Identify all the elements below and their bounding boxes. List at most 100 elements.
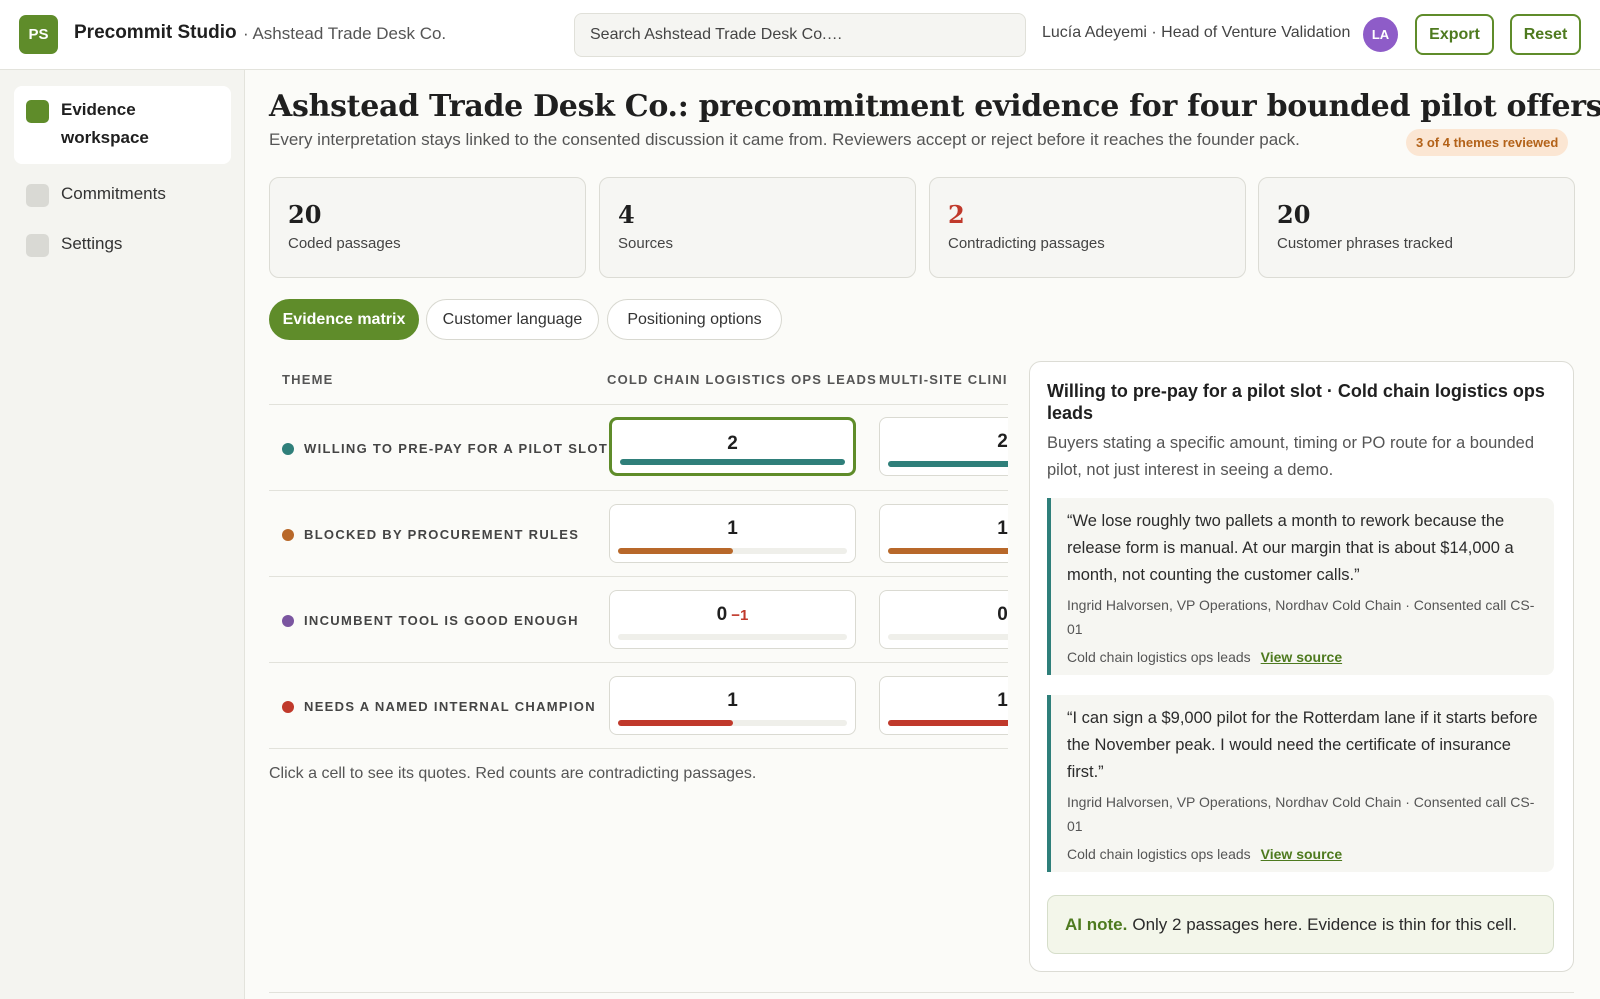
commitments-icon bbox=[26, 184, 49, 207]
cell-bar-fill bbox=[888, 461, 1008, 467]
cell-count: 2 bbox=[997, 431, 1008, 452]
theme-label: INCUMBENT TOOL IS GOOD ENOUGH bbox=[282, 613, 579, 628]
detail-description: Buyers stating a specific amount, timing… bbox=[1047, 434, 1535, 479]
avatar[interactable]: LA bbox=[1363, 17, 1398, 52]
cell-bar bbox=[618, 720, 847, 726]
view-source-link[interactable]: View source bbox=[1261, 649, 1342, 665]
detail-title: Willing to pre-pay for a pilot slot · Co… bbox=[1047, 381, 1545, 423]
theme-text: INCUMBENT TOOL IS GOOD ENOUGH bbox=[304, 613, 579, 628]
quote-attribution: Ingrid Halvorsen, VP Operations, Nordhav… bbox=[1067, 597, 1535, 637]
column-header-cold-chain: COLD CHAIN LOGISTICS OPS LEADS bbox=[607, 372, 878, 387]
cell-count: 1 bbox=[727, 690, 738, 711]
cell-bar bbox=[618, 634, 847, 640]
sidebar-item-label: Evidence workspace bbox=[61, 100, 149, 147]
theme-color-dot bbox=[282, 700, 294, 713]
stat-value: 20 bbox=[288, 200, 322, 229]
cell-bar bbox=[618, 548, 847, 554]
quote-text: “We lose roughly two pallets a month to … bbox=[1067, 512, 1514, 584]
matrix-cell[interactable]: 0 bbox=[879, 590, 1008, 649]
sidebar-item-commitments[interactable]: Commitments bbox=[14, 170, 231, 220]
ai-note: AI note. Only 2 passages here. Evidence … bbox=[1047, 895, 1554, 954]
app-name: Precommit Studio bbox=[74, 22, 237, 43]
theme-color-dot bbox=[282, 614, 294, 627]
stat-card-contradicting-passages: 2 Contradicting passages bbox=[929, 177, 1246, 278]
evidence-matrix: THEME COLD CHAIN LOGISTICS OPS LEADS MUL… bbox=[269, 360, 1008, 752]
stat-label: Coded passages bbox=[288, 235, 401, 252]
stat-value: 2 bbox=[948, 200, 965, 229]
stat-card-sources: 4 Sources bbox=[599, 177, 916, 278]
matrix-cell[interactable]: 2 bbox=[879, 417, 1008, 476]
cell-bar bbox=[888, 634, 1008, 640]
cell-bar-fill bbox=[618, 720, 733, 726]
page-subtitle: Every interpretation stays linked to the… bbox=[269, 130, 1300, 149]
divider bbox=[269, 490, 1008, 491]
matrix-cell[interactable]: 1 bbox=[609, 676, 856, 735]
cell-count: 1 bbox=[727, 518, 738, 539]
ai-note-label: AI note. bbox=[1065, 914, 1128, 934]
matrix-cell[interactable]: 1 bbox=[879, 676, 1008, 735]
theme-text: NEEDS A NAMED INTERNAL CHAMPION bbox=[304, 699, 596, 714]
cell-count: 0 −1 bbox=[716, 604, 749, 625]
stat-label: Customer phrases tracked bbox=[1277, 235, 1453, 252]
theme-color-dot bbox=[282, 442, 294, 455]
stat-card-coded-passages: 20 Coded passages bbox=[269, 177, 586, 278]
divider bbox=[269, 748, 1008, 749]
theme-label: WILLING TO PRE-PAY FOR A PILOT SLOT bbox=[282, 441, 608, 456]
cell-bar-fill bbox=[618, 548, 733, 554]
stat-label: Sources bbox=[618, 235, 674, 252]
stat-value: 4 bbox=[618, 200, 635, 229]
quote-card: “I can sign a $9,000 pilot for the Rotte… bbox=[1047, 695, 1554, 872]
matrix-cell[interactable]: 0 −1 bbox=[609, 590, 856, 649]
tab-customer-language[interactable]: Customer language bbox=[426, 299, 599, 340]
theme-label: NEEDS A NAMED INTERNAL CHAMPION bbox=[282, 699, 596, 714]
cell-bar-fill bbox=[888, 548, 1008, 554]
settings-icon bbox=[26, 234, 49, 257]
sidebar-item-evidence-workspace[interactable]: Evidence workspace bbox=[14, 86, 231, 164]
evidence-workspace-icon bbox=[26, 100, 49, 123]
ai-note-text: Only 2 passages here. Evidence is thin f… bbox=[1132, 914, 1517, 934]
view-source-link[interactable]: View source bbox=[1261, 846, 1342, 862]
top-bar: PS Precommit Studio · Ashstead Trade Des… bbox=[0, 0, 1600, 70]
cell-bar bbox=[888, 720, 1008, 726]
quote-attribution: Ingrid Halvorsen, VP Operations, Nordhav… bbox=[1067, 794, 1535, 834]
cell-count: 2 bbox=[727, 433, 738, 454]
cell-count: 0 bbox=[997, 604, 1008, 625]
theme-text: BLOCKED BY PROCUREMENT RULES bbox=[304, 527, 580, 542]
quote-footer: Cold chain logistics ops leads View sour… bbox=[1067, 649, 1541, 665]
divider bbox=[269, 992, 1574, 993]
cell-bar-fill bbox=[888, 720, 1008, 726]
stat-value: 20 bbox=[1277, 200, 1311, 229]
tab-evidence-matrix[interactable]: Evidence matrix bbox=[269, 299, 419, 340]
cell-bar bbox=[888, 548, 1008, 554]
cell-bar-fill bbox=[620, 459, 845, 465]
reset-button[interactable]: Reset bbox=[1510, 14, 1581, 55]
page-title: Ashstead Trade Desk Co.: precommitment e… bbox=[269, 89, 1600, 124]
divider bbox=[269, 662, 1008, 663]
quote-segment: Cold chain logistics ops leads bbox=[1067, 846, 1251, 862]
cell-bar bbox=[620, 459, 845, 465]
divider bbox=[269, 404, 1008, 405]
user-name: Lucía Adeyemi · Head of Venture Validati… bbox=[1042, 24, 1351, 41]
cell-count: 1 bbox=[997, 518, 1008, 539]
matrix-cell-selected[interactable]: 2 bbox=[609, 417, 856, 476]
sidebar-item-label: Settings bbox=[61, 234, 123, 253]
theme-label: BLOCKED BY PROCUREMENT RULES bbox=[282, 527, 579, 542]
app-logo: PS bbox=[19, 15, 58, 54]
matrix-cell[interactable]: 1 bbox=[879, 504, 1008, 563]
theme-text: WILLING TO PRE-PAY FOR A PILOT SLOT bbox=[304, 441, 609, 456]
quote-text: “I can sign a $9,000 pilot for the Rotte… bbox=[1067, 709, 1538, 781]
tab-positioning-options[interactable]: Positioning options bbox=[607, 299, 782, 340]
export-button[interactable]: Export bbox=[1415, 14, 1494, 55]
matrix-cell[interactable]: 1 bbox=[609, 504, 856, 563]
divider bbox=[269, 576, 1008, 577]
stat-card-customer-phrases: 20 Customer phrases tracked bbox=[1258, 177, 1575, 278]
sidebar-item-label: Commitments bbox=[61, 184, 166, 203]
quote-footer: Cold chain logistics ops leads View sour… bbox=[1067, 846, 1541, 862]
column-header-multi-site-clinic: MULTI-SITE CLINIC bbox=[879, 372, 1008, 387]
sidebar-item-settings[interactable]: Settings bbox=[14, 220, 231, 270]
contradicting-count: −1 bbox=[731, 607, 749, 624]
stat-label: Contradicting passages bbox=[948, 235, 1105, 252]
detail-panel: Willing to pre-pay for a pilot slot · Co… bbox=[1029, 361, 1574, 972]
search-input[interactable]: Search Ashstead Trade Desk Co.… bbox=[574, 13, 1026, 57]
sidebar: Evidence workspace Commitments Settings bbox=[0, 70, 245, 999]
